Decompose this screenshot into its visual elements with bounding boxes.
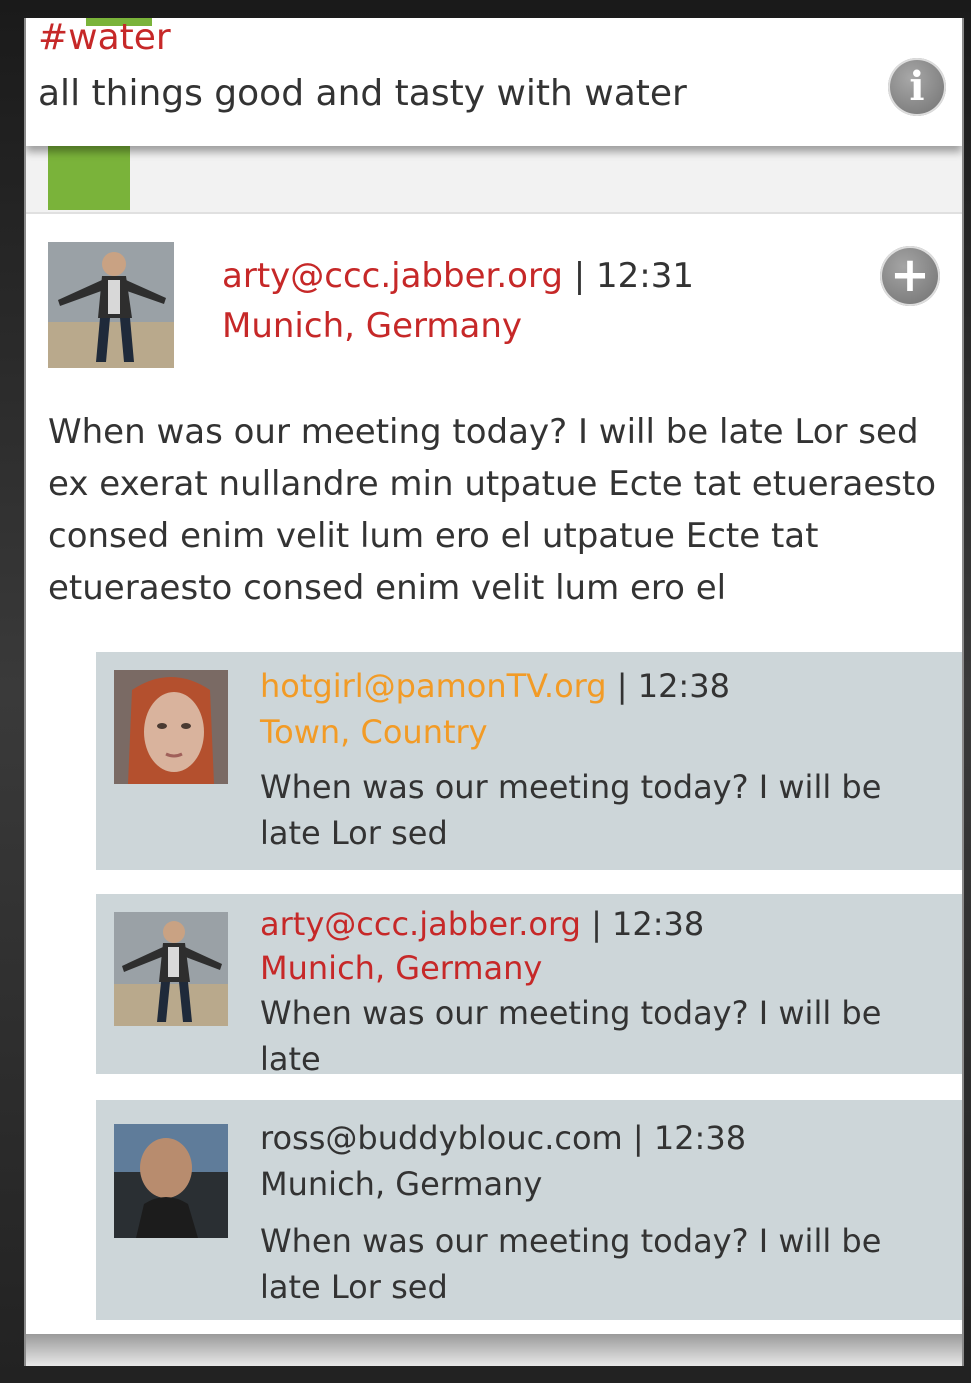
avatar-photo xyxy=(114,912,228,1026)
reply-author[interactable]: hotgirl@pamonTV.org xyxy=(260,667,607,705)
reply-author-line: ross@buddyblouc.com | 12:38 xyxy=(260,1116,746,1160)
avatar-photo xyxy=(114,1124,228,1238)
app-screen: #water all things good and tasty with wa… xyxy=(24,18,964,1366)
reply-author[interactable]: arty@ccc.jabber.org xyxy=(260,905,581,943)
post-separator: | xyxy=(573,256,586,296)
avatar[interactable] xyxy=(114,912,228,1026)
reply-separator: | xyxy=(591,905,602,943)
reply-author-line: arty@ccc.jabber.org | 12:38 xyxy=(260,902,704,946)
avatar[interactable] xyxy=(48,242,174,368)
reply-time: 12:38 xyxy=(612,905,705,943)
post-text: When was our meeting today? I will be la… xyxy=(48,412,937,608)
message-thread: arty@ccc.jabber.org | 12:31 Munich, Germ… xyxy=(26,214,962,1334)
reply-location: Town, Country xyxy=(260,713,488,751)
post-location: Munich, Germany xyxy=(222,306,523,346)
reply-item: hotgirl@pamonTV.org | 12:38 Town, Countr… xyxy=(96,652,962,870)
tab-bar xyxy=(26,146,962,214)
avatar[interactable] xyxy=(114,670,228,784)
reply-separator: | xyxy=(616,667,628,705)
info-icon[interactable]: i xyxy=(888,58,946,116)
reply-separator: | xyxy=(632,1119,644,1157)
avatar-photo xyxy=(114,670,228,784)
reply-location: Munich, Germany xyxy=(260,1165,543,1203)
plus-icon[interactable]: + xyxy=(880,246,940,306)
device-frame: #water all things good and tasty with wa… xyxy=(0,0,971,1383)
avatar-photo xyxy=(48,242,174,368)
reply-text: When was our meeting today? I will be la… xyxy=(260,1222,882,1306)
post-time: 12:31 xyxy=(596,256,695,296)
reply-text: When was our meeting today? I will be la… xyxy=(260,768,882,852)
reply-item: ross@buddyblouc.com | 12:38 Munich, Germ… xyxy=(96,1100,962,1320)
reply-text: When was our meeting today? I will be la… xyxy=(260,994,882,1078)
post-author[interactable]: arty@ccc.jabber.org xyxy=(222,256,563,296)
reply-author-line: hotgirl@pamonTV.org | 12:38 xyxy=(260,664,730,708)
post-author-line: arty@ccc.jabber.org | 12:31 xyxy=(222,252,694,300)
avatar[interactable] xyxy=(114,1124,228,1238)
reply-time: 12:38 xyxy=(653,1119,747,1157)
tab-active-indicator[interactable] xyxy=(48,146,130,210)
channel-description: all things good and tasty with water xyxy=(38,73,687,114)
channel-hashtag[interactable]: #water xyxy=(38,18,171,58)
reply-author[interactable]: ross@buddyblouc.com xyxy=(260,1119,623,1157)
reply-time: 12:38 xyxy=(637,667,730,705)
bottom-bar xyxy=(26,1334,962,1366)
reply-item: arty@ccc.jabber.org | 12:38 Munich, Germ… xyxy=(96,894,962,1078)
channel-header: #water all things good and tasty with wa… xyxy=(26,18,962,146)
reply-location: Munich, Germany xyxy=(260,949,543,987)
